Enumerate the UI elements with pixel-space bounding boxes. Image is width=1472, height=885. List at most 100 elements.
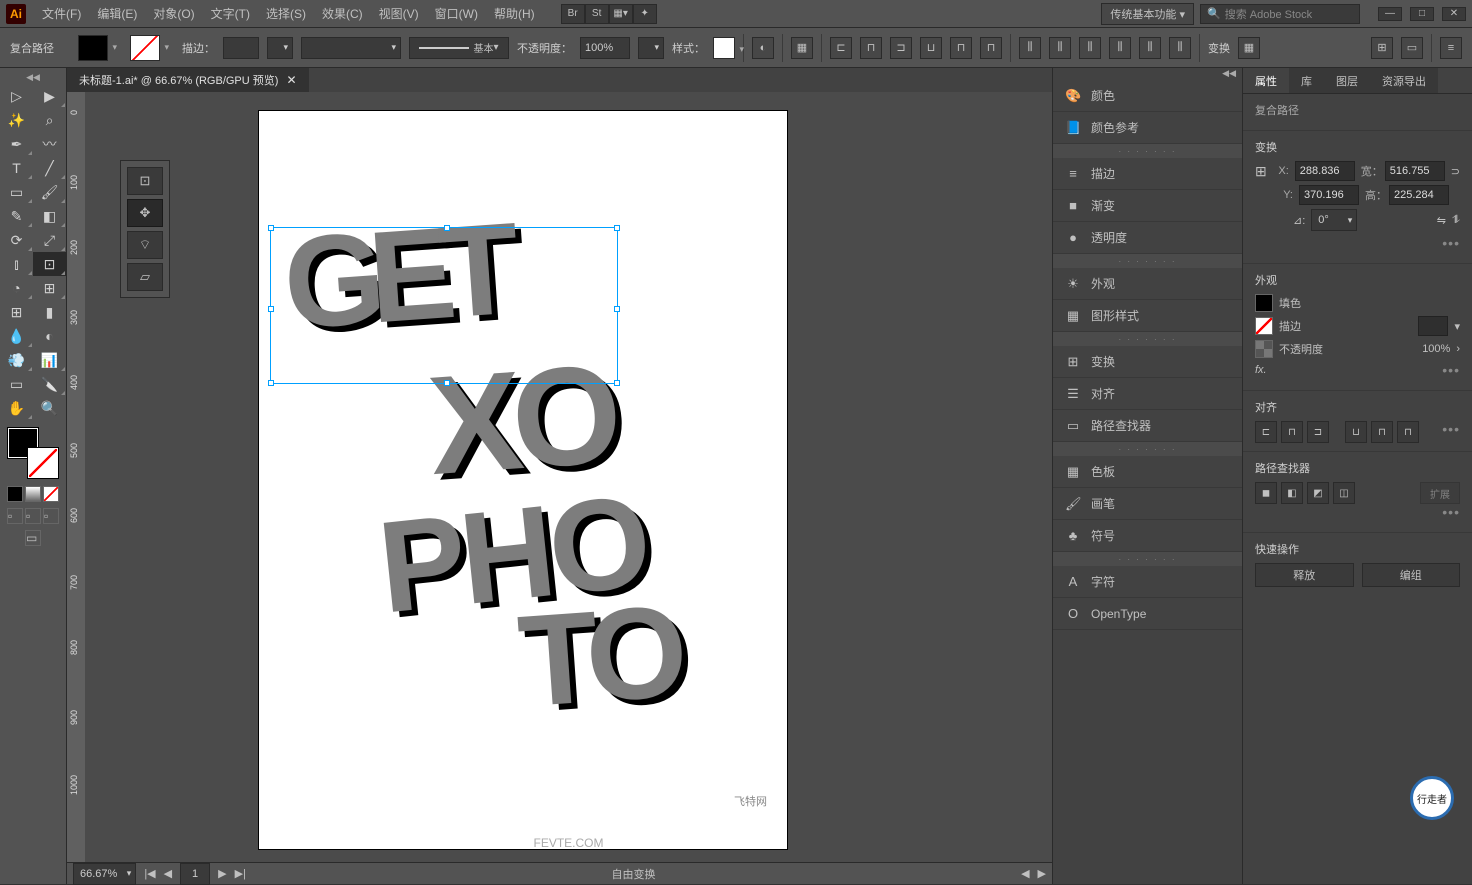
y-input[interactable] (1299, 185, 1359, 205)
menu-object[interactable]: 对象(O) (145, 5, 202, 22)
nav-prev-icon[interactable]: ◀ (164, 867, 172, 880)
align-top-icon[interactable]: ⊔ (920, 37, 942, 59)
prop-align-bottom[interactable]: ⊓ (1397, 421, 1419, 443)
panel-brushes[interactable]: 🖌画笔 (1053, 488, 1242, 520)
tab-properties[interactable]: 属性 (1243, 68, 1289, 93)
distribute-4[interactable]: ⫼ (1109, 37, 1131, 59)
align-right-icon[interactable]: ⊐ (890, 37, 912, 59)
fill-swatch-prop[interactable] (1255, 294, 1273, 312)
tab-asset-export[interactable]: 资源导出 (1370, 68, 1438, 93)
lasso-tool[interactable]: ⌕ (33, 108, 66, 132)
ruler-origin[interactable] (67, 92, 85, 110)
appearance-more-icon[interactable]: ••• (1442, 362, 1460, 378)
paintbrush-tool[interactable]: 🖌 (33, 180, 66, 204)
ref-point-icon[interactable]: ⊞ (1255, 163, 1267, 180)
menu-file[interactable]: 文件(F) (34, 5, 89, 22)
panel-pathfinder[interactable]: ▭路径查找器 (1053, 410, 1242, 442)
minimize-button[interactable]: — (1378, 7, 1402, 21)
expand-button[interactable]: 扩展 (1420, 482, 1460, 504)
panel-gradient[interactable]: ■渐变 (1053, 190, 1242, 222)
arrange-docs-button[interactable]: ▦▾ (609, 4, 633, 24)
stroke-weight-dropdown[interactable] (267, 37, 293, 59)
panel-opentype[interactable]: OOpenType (1053, 598, 1242, 630)
workspace-switcher[interactable]: 传统基本功能 ▾ (1101, 3, 1194, 25)
distribute-2[interactable]: ⫼ (1049, 37, 1071, 59)
draw-normal[interactable]: ▫ (7, 508, 23, 524)
panel-swatches[interactable]: ▦色板 (1053, 456, 1242, 488)
variable-width-profile[interactable] (301, 37, 401, 59)
eyedropper-tool[interactable]: 💧 (0, 324, 33, 348)
line-tool[interactable]: ╱ (33, 156, 66, 180)
type-tool[interactable]: T (0, 156, 33, 180)
opacity-swatch-prop[interactable] (1255, 340, 1273, 358)
stroke-swatch-prop[interactable] (1255, 317, 1273, 335)
edit-icon[interactable]: ▭ (1401, 37, 1423, 59)
draw-inside[interactable]: ▫ (43, 508, 59, 524)
exclude-icon[interactable]: ◫ (1333, 482, 1355, 504)
panel-transform[interactable]: ⊞变换 (1053, 346, 1242, 378)
recolor-button[interactable]: ◐ (752, 37, 774, 59)
pen-tool[interactable]: ✒ (0, 132, 33, 156)
menu-select[interactable]: 选择(S) (258, 5, 314, 22)
align-bottom-icon[interactable]: ⊓ (980, 37, 1002, 59)
distribute-1[interactable]: ⫼ (1019, 37, 1041, 59)
panel-color[interactable]: 🎨颜色 (1053, 80, 1242, 112)
width-tool[interactable]: ⫾ (0, 252, 33, 276)
artboard-number-input[interactable] (180, 863, 210, 885)
width-input[interactable] (1385, 161, 1445, 181)
panel-transparency[interactable]: ●透明度 (1053, 222, 1242, 254)
eraser-tool[interactable]: ◧ (33, 204, 66, 228)
align-left-icon[interactable]: ⊏ (830, 37, 852, 59)
close-window-button[interactable]: ✕ (1442, 7, 1466, 21)
free-transform-tool[interactable]: ⊡ (33, 252, 66, 276)
fx-button[interactable]: fx. (1255, 364, 1267, 376)
perspective-distort-icon[interactable]: ⌔ (127, 231, 163, 259)
canvas[interactable]: GET XO PHO TO 飞特网 ⊡ (85, 110, 1052, 862)
free-distort-icon[interactable]: ▱ (127, 263, 163, 291)
gpu-icon[interactable]: ✦ (633, 4, 657, 24)
prop-align-hcenter[interactable]: ⊓ (1281, 421, 1303, 443)
selection-tool[interactable]: ▷ (0, 84, 33, 108)
opacity-dropdown[interactable] (638, 37, 664, 59)
group-button[interactable]: 编组 (1362, 563, 1461, 587)
gradient-mode-btn[interactable] (25, 486, 41, 502)
distribute-3[interactable]: ⫼ (1079, 37, 1101, 59)
menu-help[interactable]: 帮助(H) (486, 5, 543, 22)
gradient-tool[interactable]: ▮ (33, 300, 66, 324)
isolate-icon[interactable]: ⊞ (1371, 37, 1393, 59)
menu-effect[interactable]: 效果(C) (314, 5, 371, 22)
tab-layers[interactable]: 图层 (1324, 68, 1370, 93)
constrain-icon[interactable]: ⊡ (127, 167, 163, 195)
screen-mode[interactable]: ▭ (25, 530, 41, 546)
panel-graphic-styles[interactable]: ▦图形样式 (1053, 300, 1242, 332)
x-input[interactable] (1295, 161, 1355, 181)
brush-definition[interactable]: 基本 ▾ (409, 37, 509, 59)
flip-h-icon[interactable]: ⇋ (1437, 214, 1446, 227)
panel-stroke[interactable]: ≡描边 (1053, 158, 1242, 190)
tab-libraries[interactable]: 库 (1289, 68, 1324, 93)
dock-collapse[interactable]: ◀◀ (1053, 68, 1242, 80)
transform-panel-icon[interactable]: ▦ (1238, 37, 1260, 59)
release-button[interactable]: 释放 (1255, 563, 1354, 587)
panel-symbols[interactable]: ♣符号 (1053, 520, 1242, 552)
toolbox-collapse[interactable]: ◀◀ (0, 72, 66, 84)
artwork-text-to[interactable]: TO (514, 576, 682, 737)
align-hcenter-icon[interactable]: ⊓ (860, 37, 882, 59)
prop-align-vcenter[interactable]: ⊓ (1371, 421, 1393, 443)
height-input[interactable] (1389, 185, 1449, 205)
stroke-color-swatch[interactable] (130, 35, 160, 61)
graph-tool[interactable]: 📊 (33, 348, 66, 372)
document-tab[interactable]: 未标题-1.ai* @ 66.67% (RGB/GPU 预览) ✕ (67, 68, 309, 92)
rotate-input[interactable]: 0° (1311, 209, 1357, 231)
artboard-tool[interactable]: ▭ (0, 372, 33, 396)
graphic-style-swatch[interactable] (713, 37, 735, 59)
menu-type[interactable]: 文字(T) (203, 5, 258, 22)
align-vcenter-icon[interactable]: ⊓ (950, 37, 972, 59)
shape-builder-tool[interactable]: ◔ (0, 276, 33, 300)
search-stock-input[interactable]: 🔍搜索 Adobe Stock (1200, 4, 1360, 24)
maximize-button[interactable]: □ (1410, 7, 1434, 21)
link-wh-icon[interactable]: ⊃ (1451, 165, 1460, 178)
intersect-icon[interactable]: ◩ (1307, 482, 1329, 504)
panel-character[interactable]: A字符 (1053, 566, 1242, 598)
scale-tool[interactable]: ⤢ (33, 228, 66, 252)
